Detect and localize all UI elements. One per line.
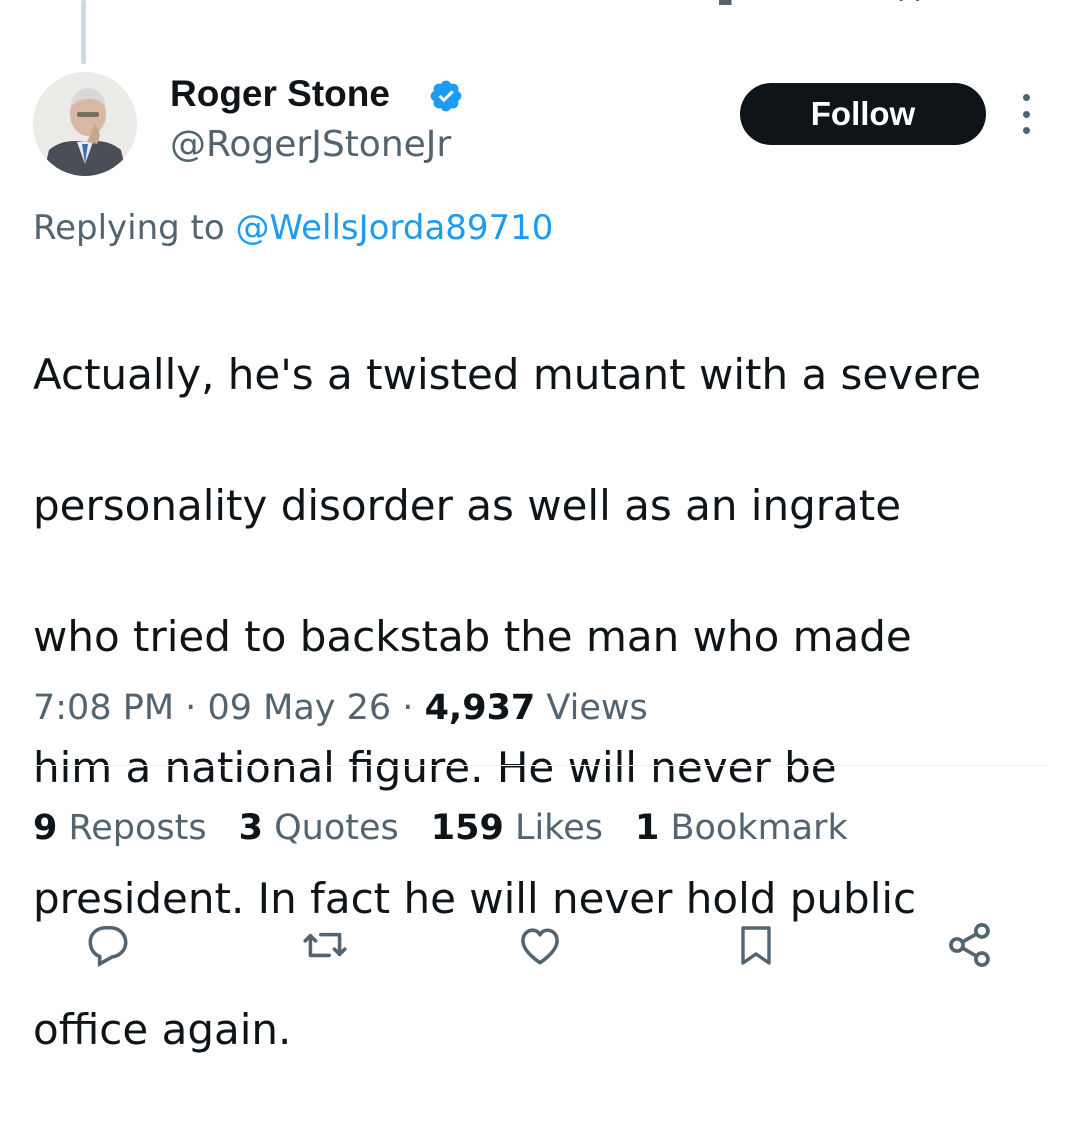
tweet-text-line: who tried to backstab the man who made [33, 611, 912, 661]
repost-icon [303, 932, 347, 958]
quotes-stat[interactable]: 3 Quotes [239, 804, 399, 852]
display-name[interactable]: Roger Stone [170, 70, 390, 118]
bookmarks-count: 1 [634, 808, 660, 848]
views-icon[interactable]: ▮ [716, 0, 735, 10]
tweet-time[interactable]: 7:08 PM [33, 688, 174, 728]
tweet-text-line: office again. [33, 1004, 292, 1054]
more-options-icon[interactable] [1014, 94, 1038, 134]
reply-mention-link[interactable]: @WellsJorda89710 [236, 208, 554, 248]
bookmark-button[interactable] [726, 910, 786, 980]
bookmarks-label: Bookmark [670, 808, 848, 848]
tweet-text-line: personality disorder as well as an ingra… [33, 480, 902, 530]
reply-button[interactable] [78, 910, 138, 980]
share-icon [949, 923, 990, 967]
bookmarks-stat[interactable]: 1 Bookmark [635, 804, 848, 852]
likes-label: Likes [514, 808, 603, 848]
reposts-stat[interactable]: 9 Reposts [33, 804, 207, 852]
repost-icon[interactable]: ⟲ [352, 0, 381, 10]
engagement-stats: 9 Reposts 3 Quotes 159 Likes 1 Bookmark [33, 804, 880, 852]
reposts-label: Reposts [68, 808, 207, 848]
reply-icon [88, 925, 128, 967]
tweet-date[interactable]: 09 May 26 [207, 688, 391, 728]
replying-to-label: Replying to [33, 208, 225, 248]
views-count: 4,937 [424, 688, 536, 728]
avatar[interactable] [33, 72, 137, 176]
repost-button[interactable] [295, 910, 355, 980]
tweet-meta: 7:08 PM · 09 May 26 · 4,937 Views [33, 684, 648, 732]
tweet-text-line: Actually, he's a twisted mutant with a s… [33, 349, 982, 399]
verified-badge-icon[interactable] [428, 78, 464, 114]
meta-separator: · [402, 688, 414, 728]
likes-count: 159 [430, 808, 504, 848]
reply-icon[interactable]: ⌒ [180, 0, 214, 19]
follow-button[interactable]: Follow [740, 83, 986, 145]
quotes-label: Quotes [274, 808, 399, 848]
reposts-count: 9 [33, 808, 58, 848]
replying-to: Replying to @WellsJorda89710 [33, 205, 553, 251]
bookmark-icon [741, 926, 771, 965]
share-button[interactable] [940, 910, 1000, 980]
previous-tweet-actions-cutoff: ⌒ ⟲ ❤ ▮ ⊓ [0, 0, 1080, 18]
bookmark-icon[interactable]: ⊓ [896, 0, 923, 10]
like-icon [521, 928, 559, 965]
user-handle[interactable]: @RogerJStoneJr [170, 121, 451, 169]
divider [33, 765, 1048, 766]
quotes-count: 3 [238, 808, 263, 848]
tweet-text-line: him a national figure. He will never be [33, 742, 837, 792]
views-label: Views [546, 688, 648, 728]
tweet-actions-bar [0, 910, 1080, 980]
meta-separator: · [185, 688, 197, 728]
avatar-image [33, 72, 137, 176]
likes-stat[interactable]: 159 Likes [431, 804, 603, 852]
like-icon[interactable]: ❤ [544, 0, 573, 10]
like-button[interactable] [510, 910, 570, 980]
